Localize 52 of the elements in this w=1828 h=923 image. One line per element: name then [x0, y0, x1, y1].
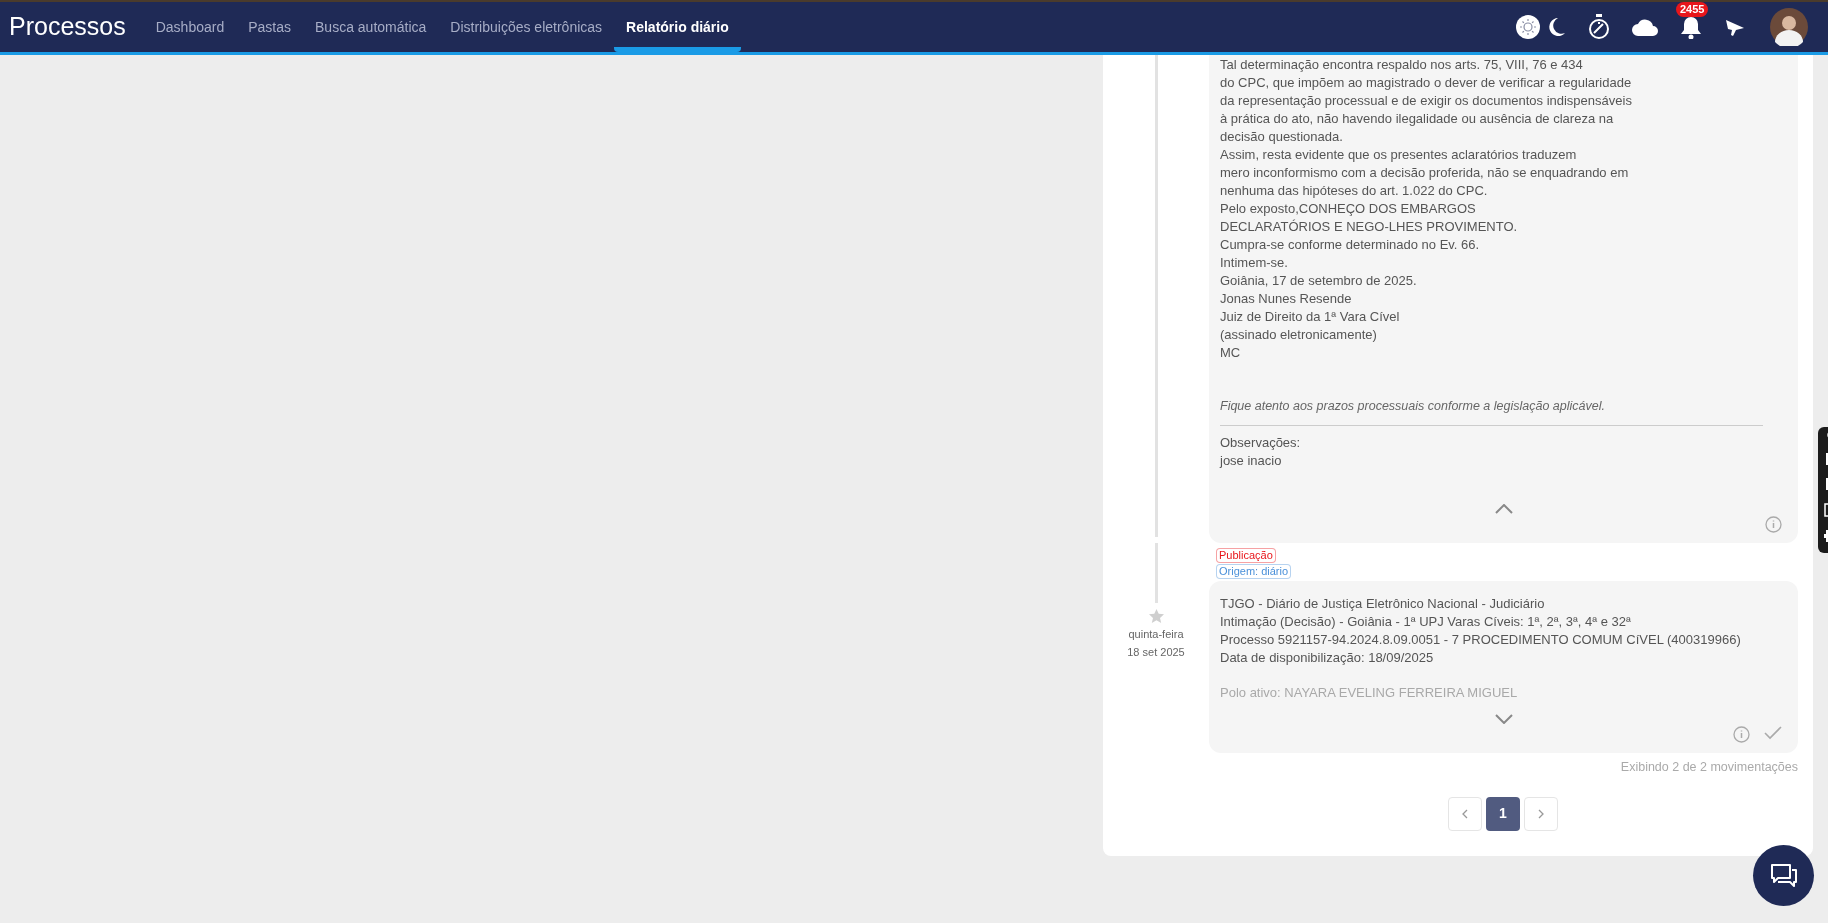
document-text-line: Pelo exposto,CONHEÇO DOS EMBARGOS [1220, 200, 1477, 218]
tag: Publicação [1216, 547, 1276, 563]
document-text-line: Tal determinação encontra respaldo nos arts. 75, VIII, 76 e 434 [1220, 56, 1584, 74]
document-text-line: Juiz de Direito da 1ª Vara Cível [1220, 308, 1401, 326]
document-text-line: do CPC, que impõem ao magistrado o dever de verificar a regularidade [1220, 74, 1633, 92]
document-text-line: Intimação (Decisão) - Goiânia - 1ª UPJ Varas Cíveis: 1ª, 2ª, 3ª, 4ª e 32ª [1220, 612, 1632, 631]
checkmark-icon[interactable] [1764, 725, 1782, 740]
date-text: 18 set 2025 [1127, 645, 1185, 661]
document-text-line: decisão questionada. [1220, 128, 1344, 146]
document-text-line: Processo 5921157-94.2024.8.09.0051 - 7 PROCEDIMENTO COMUM CíVEL (400319966) [1220, 630, 1742, 649]
app-title: Processos [9, 11, 126, 43]
chevron-right-icon [1538, 808, 1544, 819]
document-text-line: Jonas Nunes Resende [1220, 290, 1353, 308]
cloud-icon[interactable] [1632, 18, 1658, 36]
document-text-line: da representação processual e de exigir os documentos indispensáveis [1220, 92, 1633, 110]
chat-icon [1769, 862, 1798, 889]
bell-icon[interactable] [1680, 15, 1702, 39]
weekday-text: quinta-feira [1128, 626, 1184, 642]
document-text-line: à prática do ato, não havendo ilegalidade ou ausência de clareza na [1220, 110, 1615, 128]
document-text-line: Cumpra-se conforme determinado no Ev. 66. [1220, 236, 1481, 254]
notice-text: Fique atento aos prazos processuais conforme a legislação aplicável. [1220, 397, 1763, 426]
nav-tab[interactable]: Distribuições eletrônicas [438, 2, 615, 52]
faded-text-line: Polo ativo: NAYARA EVELING FERREIRA MIGUEL [1220, 683, 1519, 702]
document-text-line: DECLARATÓRIOS E NEGO-LHES PROVIMENTO. [1220, 218, 1519, 236]
observations-label: Observações: [1220, 433, 1302, 452]
results-count-text: Exibindo 2 de 2 movimentações [1620, 758, 1798, 776]
avatar[interactable] [1770, 8, 1808, 46]
nav-tab[interactable]: Busca automática [303, 2, 439, 52]
document-text-line: mero inconformismo com a decisão proferida, não se enquadrando em [1220, 164, 1630, 182]
nav-tab[interactable]: Dashboard [143, 2, 237, 52]
stopwatch-icon[interactable] [1588, 14, 1610, 40]
chevron-down-icon[interactable] [1494, 713, 1513, 724]
document-text-line: Data de disponibilização: 18/09/2025 [1220, 648, 1435, 667]
sun-icon[interactable] [1516, 15, 1540, 39]
star-icon[interactable] [1148, 608, 1164, 624]
document-text-line: Intimem-se. [1220, 254, 1289, 272]
page-button[interactable]: 1 [1486, 796, 1520, 831]
document-text-line: (assinado eletronicamente) [1220, 326, 1378, 344]
document-text-line: MC [1220, 344, 1242, 362]
document-text-line: TJGO - Diário de Justiça Eletrônico Nacional - Judiciário [1220, 594, 1546, 613]
moon-icon[interactable] [1548, 17, 1566, 37]
nav-tab[interactable]: Pastas [236, 2, 304, 52]
notification-count-badge: 2455 [1676, 2, 1709, 17]
chevron-up-icon[interactable] [1494, 503, 1513, 514]
observations-text: jose inacio [1220, 451, 1283, 470]
document-text-line: Goiânia, 17 de setembro de 2025. [1220, 272, 1418, 290]
chat-button[interactable] [1753, 845, 1814, 906]
document-text-line: Assim, resta evidente que os presentes aclaratórios traduzem [1220, 146, 1578, 164]
nav-tab[interactable]: Relatório diário [614, 2, 741, 52]
chevron-left-icon [1462, 808, 1468, 819]
tag: Origem: diário [1216, 563, 1292, 579]
document-text-line: nenhuma das hipóteses do art. 1.022 do CPC. [1220, 182, 1489, 200]
